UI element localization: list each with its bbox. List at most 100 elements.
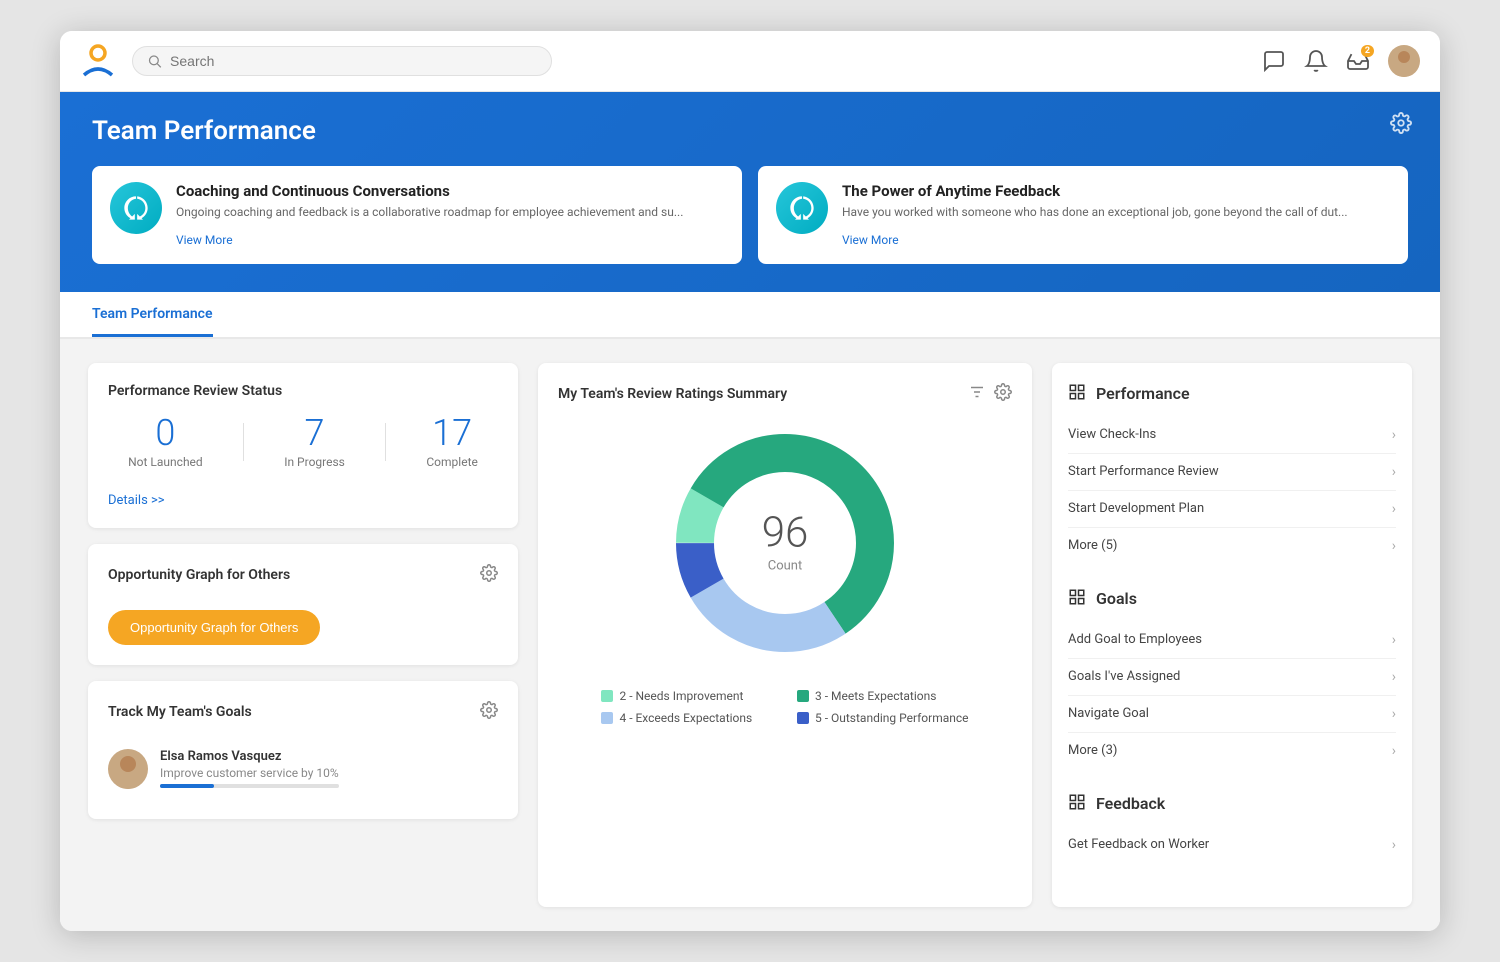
chevron-icon: › [1392, 669, 1396, 685]
legend-item-outstanding: 5 - Outstanding Performance [797, 711, 969, 725]
more-goals-label: More (3) [1068, 743, 1117, 758]
panel-item-more-performance[interactable]: More (5) › [1068, 528, 1396, 564]
coaching-title: Coaching and Continuous Conversations [176, 182, 683, 200]
in-progress-label: In Progress [284, 455, 345, 469]
progress-bar [160, 784, 339, 788]
more-performance-label: More (5) [1068, 538, 1117, 553]
opp-gear-icon[interactable] [480, 564, 498, 586]
chart-title: My Team's Review Ratings Summary [558, 386, 787, 402]
status-in-progress: 7 In Progress [284, 415, 345, 469]
feedback-hero-icon [776, 182, 828, 234]
hero-gear-icon[interactable] [1390, 112, 1412, 138]
chart-filter-icon[interactable] [968, 383, 986, 405]
header-icons: 2 [1262, 45, 1420, 77]
panel-item-get-feedback[interactable]: Get Feedback on Worker › [1068, 827, 1396, 863]
divider-1 [243, 423, 244, 461]
hero-card-coaching: Coaching and Continuous Conversations On… [92, 166, 742, 264]
legend-label-needs-improvement: 2 - Needs Improvement [619, 689, 743, 703]
panel-item-more-goals[interactable]: More (3) › [1068, 733, 1396, 769]
panel-item-navigate-goal[interactable]: Navigate Goal › [1068, 696, 1396, 733]
legend-label-exceeds: 4 - Exceeds Expectations [619, 711, 752, 725]
employee-item: Elsa Ramos Vasquez Improve customer serv… [108, 739, 498, 799]
header: 2 [60, 31, 1440, 92]
chevron-icon: › [1392, 538, 1396, 554]
track-goals-header: Track My Team's Goals [108, 701, 498, 723]
search-box[interactable] [132, 46, 552, 76]
hero-card-feedback: The Power of Anytime Feedback Have you w… [758, 166, 1408, 264]
panel-item-view-checkins[interactable]: View Check-Ins › [1068, 417, 1396, 454]
chevron-icon: › [1392, 427, 1396, 443]
feedback-desc: Have you worked with someone who has don… [842, 204, 1348, 221]
add-goal-label: Add Goal to Employees [1068, 632, 1202, 647]
chevron-icon: › [1392, 706, 1396, 722]
performance-section-icon [1068, 383, 1086, 405]
chart-gear-icon[interactable] [994, 383, 1012, 405]
inbox-icon[interactable]: 2 [1346, 49, 1370, 73]
donut-center: 96 Count [762, 512, 809, 573]
opp-title: Opportunity Graph for Others [108, 567, 290, 583]
start-review-label: Start Performance Review [1068, 464, 1219, 479]
opportunity-graph-card: Opportunity Graph for Others Opportunity… [88, 544, 518, 665]
view-checkins-label: View Check-Ins [1068, 427, 1156, 442]
legend-item-exceeds: 4 - Exceeds Expectations [601, 711, 773, 725]
track-goals-gear-icon[interactable] [480, 701, 498, 723]
employee-avatar [108, 749, 148, 789]
inbox-badge: 2 [1361, 45, 1374, 57]
legend-dot-exceeds [601, 712, 613, 724]
donut-count: 96 [762, 512, 809, 554]
employee-name: Elsa Ramos Vasquez [160, 749, 339, 764]
development-plan-label: Start Development Plan [1068, 501, 1204, 516]
donut-container: 96 Count 2 - Needs Improvement 3 - Meets… [558, 413, 1012, 725]
review-status-card: Performance Review Status 0 Not Launched… [88, 363, 518, 528]
search-input[interactable] [170, 53, 537, 69]
track-goals-title: Track My Team's Goals [108, 704, 252, 720]
chat-icon[interactable] [1262, 49, 1286, 73]
legend-dot-needs-improvement [601, 690, 613, 702]
tabs-row: Team Performance [60, 292, 1440, 339]
chart-legend: 2 - Needs Improvement 3 - Meets Expectat… [601, 689, 968, 725]
panel-item-goals-assigned[interactable]: Goals I've Assigned › [1068, 659, 1396, 696]
divider-2 [385, 423, 386, 461]
donut-chart: 96 Count [655, 413, 915, 673]
app-window: 2 Team Performance [60, 31, 1440, 931]
complete-number: 17 [426, 415, 478, 451]
coaching-view-more[interactable]: View More [176, 233, 233, 247]
panel-item-start-review[interactable]: Start Performance Review › [1068, 454, 1396, 491]
legend-dot-outstanding [797, 712, 809, 724]
status-complete: 17 Complete [426, 415, 478, 469]
tab-team-performance[interactable]: Team Performance [92, 292, 213, 337]
left-column: Performance Review Status 0 Not Launched… [88, 363, 518, 907]
goals-assigned-label: Goals I've Assigned [1068, 669, 1180, 684]
opportunity-graph-button[interactable]: Opportunity Graph for Others [108, 610, 320, 645]
legend-item-meets: 3 - Meets Expectations [797, 689, 969, 703]
status-numbers: 0 Not Launched 7 In Progress 17 Complete [108, 415, 498, 469]
legend-label-outstanding: 5 - Outstanding Performance [815, 711, 969, 725]
coaching-desc: Ongoing coaching and feedback is a colla… [176, 204, 683, 221]
details-link[interactable]: Details >> [108, 493, 165, 508]
user-avatar[interactable] [1388, 45, 1420, 77]
progress-fill [160, 784, 214, 788]
panel-feedback-title: Feedback [1068, 793, 1396, 819]
goals-section-icon [1068, 588, 1086, 610]
panel-item-add-goal[interactable]: Add Goal to Employees › [1068, 622, 1396, 659]
hero-title: Team Performance [92, 116, 1408, 146]
panel-item-development-plan[interactable]: Start Development Plan › [1068, 491, 1396, 528]
complete-label: Complete [426, 455, 478, 469]
review-status-title: Performance Review Status [108, 383, 498, 399]
coaching-icon [110, 182, 162, 234]
chevron-icon: › [1392, 501, 1396, 517]
panel-performance-section: Performance View Check-Ins › Start Perfo… [1068, 383, 1396, 564]
donut-count-label: Count [762, 558, 809, 573]
bell-icon[interactable] [1304, 49, 1328, 73]
chart-icons [968, 383, 1012, 405]
not-launched-number: 0 [128, 415, 203, 451]
feedback-title: The Power of Anytime Feedback [842, 182, 1348, 200]
legend-item-needs-improvement: 2 - Needs Improvement [601, 689, 773, 703]
legend-label-meets: 3 - Meets Expectations [815, 689, 936, 703]
panel-performance-title: Performance [1068, 383, 1396, 409]
right-panel: Performance View Check-Ins › Start Perfo… [1052, 363, 1412, 907]
opp-card-header: Opportunity Graph for Others [108, 564, 498, 586]
feedback-view-more[interactable]: View More [842, 233, 899, 247]
track-goals-card: Track My Team's Goals [88, 681, 518, 819]
chevron-icon: › [1392, 743, 1396, 759]
